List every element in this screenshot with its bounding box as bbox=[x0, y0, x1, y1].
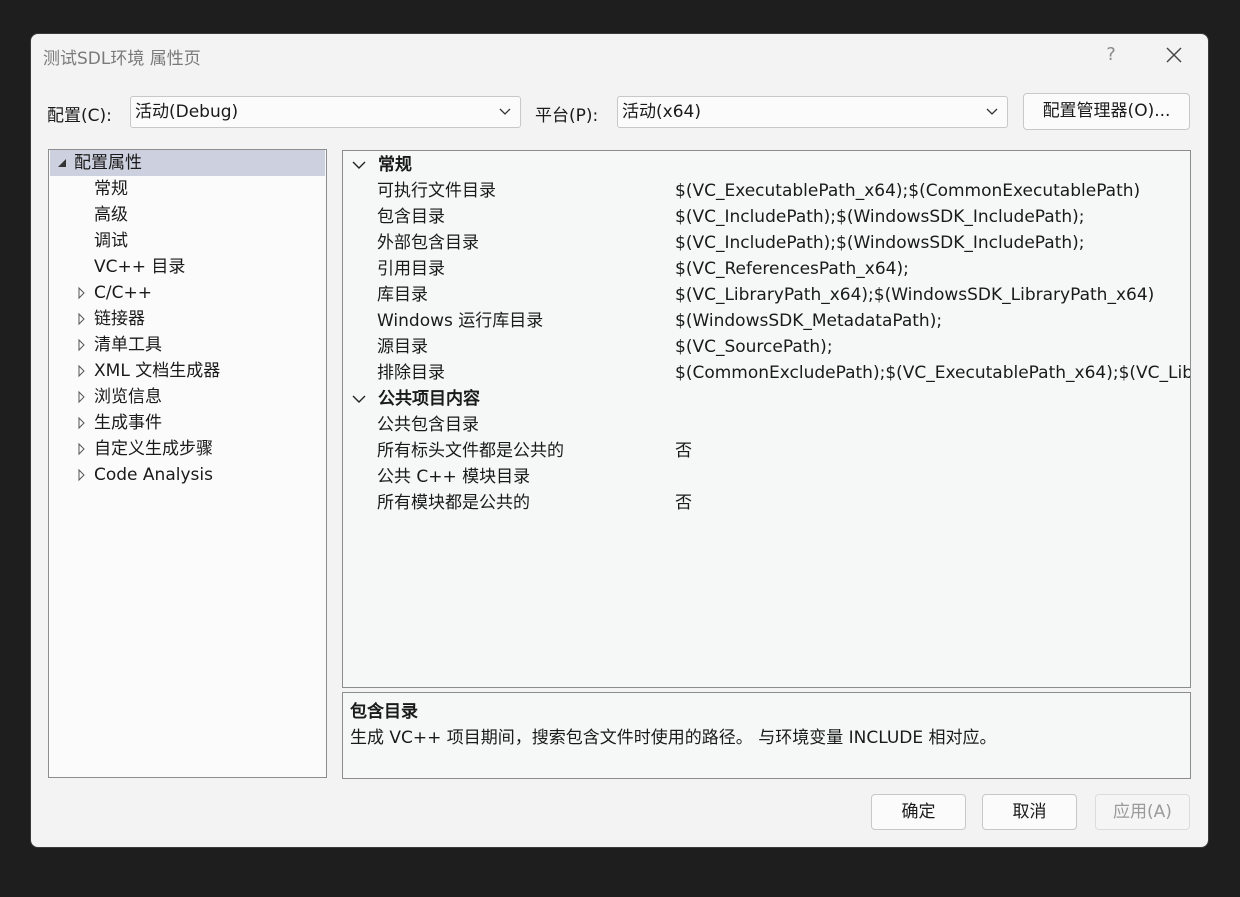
property-value[interactable]: $(VC_LibraryPath_x64);$(WindowsSDK_Libra… bbox=[675, 282, 1154, 308]
property-name: 可执行文件目录 bbox=[377, 181, 496, 201]
chevron-down-icon bbox=[986, 108, 998, 115]
tree-item-label: VC++ 目录 bbox=[94, 257, 186, 277]
property-name: 外部包含目录 bbox=[377, 233, 479, 253]
tree-item-label: 配置属性 bbox=[74, 153, 142, 173]
property-value[interactable]: 否 bbox=[675, 490, 692, 516]
tree-item[interactable]: 链接器 bbox=[50, 306, 325, 332]
grid-property-row[interactable]: 外部包含目录 $(VC_IncludePath);$(WindowsSDK_Inc… bbox=[343, 230, 1190, 256]
tree-item[interactable]: VC++ 目录 bbox=[50, 254, 325, 280]
tree-item-label: 自定义生成步骤 bbox=[94, 439, 213, 459]
config-value: 活动(Debug) bbox=[135, 102, 239, 122]
property-pages-dialog: 测试SDL环境 属性页 ? 配置(C): 活动(Debug) 平台(P): 活动… bbox=[30, 33, 1209, 848]
category-tree: 配置属性 常规高级调试 VC++ 目录 C/C++ 链接器清单工具 XML 文档生成器浏… bbox=[48, 149, 327, 778]
config-label: 配置(C): bbox=[47, 106, 112, 126]
tree-item[interactable]: 浏览信息 bbox=[50, 384, 325, 410]
property-value[interactable]: $(VC_ExecutablePath_x64);$(CommonExecuta… bbox=[675, 178, 1140, 204]
tree-item-label: XML 文档生成器 bbox=[94, 361, 221, 381]
grid-property-row[interactable]: 引用目录 $(VC_ReferencesPath_x64); bbox=[343, 256, 1190, 282]
chevron-down-icon bbox=[499, 108, 511, 115]
config-manager-button[interactable]: 配置管理器(O)... bbox=[1023, 93, 1190, 130]
collapsed-triangle-icon[interactable] bbox=[76, 410, 88, 436]
property-value[interactable]: $(VC_ReferencesPath_x64); bbox=[675, 256, 909, 282]
grid-property-row[interactable]: 所有标头文件都是公共的 否 bbox=[343, 438, 1190, 464]
property-value[interactable]: $(VC_SourcePath); bbox=[675, 334, 833, 360]
config-combo[interactable]: 活动(Debug) bbox=[130, 96, 521, 128]
tree-item[interactable]: 清单工具 bbox=[50, 332, 325, 358]
grid-property-row[interactable]: 公共包含目录 bbox=[343, 412, 1190, 438]
collapsed-triangle-icon[interactable] bbox=[76, 462, 88, 488]
collapsed-triangle-icon[interactable] bbox=[76, 306, 88, 332]
collapsed-triangle-icon[interactable] bbox=[76, 384, 88, 410]
ok-button[interactable]: 确定 bbox=[871, 794, 966, 830]
expanded-triangle-icon[interactable] bbox=[56, 150, 68, 176]
property-name: 包含目录 bbox=[377, 207, 445, 227]
property-value[interactable]: $(CommonExcludePath);$(VC_ExecutablePath… bbox=[675, 360, 1190, 386]
property-name: Windows 运行库目录 bbox=[377, 311, 544, 331]
tree-item[interactable]: 自定义生成步骤 bbox=[50, 436, 325, 462]
tree-item-label: 生成事件 bbox=[94, 413, 162, 433]
grid-property-row[interactable]: 公共 C++ 模块目录 bbox=[343, 464, 1190, 490]
tree-item[interactable]: 常规 bbox=[50, 176, 325, 202]
grid-section-header[interactable]: 公共项目内容 bbox=[343, 386, 1190, 412]
property-name: 所有标头文件都是公共的 bbox=[377, 441, 564, 461]
chevron-down-icon[interactable] bbox=[351, 152, 367, 178]
close-button[interactable] bbox=[1159, 40, 1189, 70]
grid-property-row[interactable]: 源目录 $(VC_SourcePath); bbox=[343, 334, 1190, 360]
platform-combo[interactable]: 活动(x64) bbox=[617, 96, 1008, 128]
property-name: 公共包含目录 bbox=[377, 415, 479, 435]
description-panel: 包含目录 生成 VC++ 项目期间，搜索包含文件时使用的路径。 与环境变量 IN… bbox=[342, 692, 1191, 779]
property-value[interactable]: $(VC_IncludePath);$(WindowsSDK_IncludePa… bbox=[675, 204, 1085, 230]
platform-value: 活动(x64) bbox=[622, 102, 701, 122]
property-name: 所有模块都是公共的 bbox=[377, 493, 530, 513]
apply-button[interactable]: 应用(A) bbox=[1095, 794, 1190, 830]
tree-item[interactable]: 生成事件 bbox=[50, 410, 325, 436]
tree-item[interactable]: C/C++ bbox=[50, 280, 325, 306]
property-name: 源目录 bbox=[377, 337, 428, 357]
collapsed-triangle-icon[interactable] bbox=[76, 436, 88, 462]
grid-property-row[interactable]: 库目录 $(VC_LibraryPath_x64);$(WindowsSDK_Li… bbox=[343, 282, 1190, 308]
collapsed-triangle-icon[interactable] bbox=[76, 280, 88, 306]
grid-property-row[interactable]: 包含目录 $(VC_IncludePath);$(WindowsSDK_Inclu… bbox=[343, 204, 1190, 230]
chevron-down-icon[interactable] bbox=[351, 386, 367, 412]
grid-property-row[interactable]: Windows 运行库目录 $(WindowsSDK_MetadataPath); bbox=[343, 308, 1190, 334]
property-value[interactable]: 否 bbox=[675, 438, 692, 464]
property-name: 库目录 bbox=[377, 285, 428, 305]
grid-property-row[interactable]: 可执行文件目录 $(VC_ExecutablePath_x64);$(Common… bbox=[343, 178, 1190, 204]
tree-item-label: 常规 bbox=[94, 179, 128, 199]
grid-section-header[interactable]: 常规 bbox=[343, 152, 1190, 178]
tree-item[interactable]: 高级 bbox=[50, 202, 325, 228]
property-name: 引用目录 bbox=[377, 259, 445, 279]
tree-item-label: 清单工具 bbox=[94, 335, 162, 355]
grid-section-label: 常规 bbox=[378, 155, 412, 175]
property-value[interactable]: $(WindowsSDK_MetadataPath); bbox=[675, 308, 942, 334]
description-text: 生成 VC++ 项目期间，搜索包含文件时使用的路径。 与环境变量 INCLUDE… bbox=[350, 728, 997, 748]
tree-item[interactable]: Code Analysis bbox=[50, 462, 325, 488]
help-button[interactable]: ? bbox=[1096, 42, 1126, 68]
close-icon bbox=[1166, 47, 1182, 63]
tree-item-label: 链接器 bbox=[94, 309, 145, 329]
tree-item-config-properties[interactable]: 配置属性 bbox=[50, 150, 325, 176]
property-name: 公共 C++ 模块目录 bbox=[377, 467, 531, 487]
tree-item-label: C/C++ bbox=[94, 283, 152, 303]
property-value[interactable]: $(VC_IncludePath);$(WindowsSDK_IncludePa… bbox=[675, 230, 1085, 256]
collapsed-triangle-icon[interactable] bbox=[76, 332, 88, 358]
grid-property-row[interactable]: 排除目录 $(CommonExcludePath);$(VC_Executable… bbox=[343, 360, 1190, 386]
property-name: 排除目录 bbox=[377, 363, 445, 383]
tree-item-label: 浏览信息 bbox=[94, 387, 162, 407]
dialog-title: 测试SDL环境 属性页 bbox=[43, 49, 201, 69]
tree-item[interactable]: XML 文档生成器 bbox=[50, 358, 325, 384]
grid-property-row[interactable]: 所有模块都是公共的 否 bbox=[343, 490, 1190, 516]
tree-item-label: 调试 bbox=[94, 231, 128, 251]
platform-label: 平台(P): bbox=[535, 106, 599, 126]
tree-item-label: 高级 bbox=[94, 205, 128, 225]
collapsed-triangle-icon[interactable] bbox=[76, 358, 88, 384]
description-title: 包含目录 bbox=[350, 702, 418, 722]
property-grid: 常规可执行文件目录 $(VC_ExecutablePath_x64);$(Comm… bbox=[342, 150, 1191, 688]
tree-item-label: Code Analysis bbox=[94, 465, 213, 485]
cancel-button[interactable]: 取消 bbox=[982, 794, 1077, 830]
tree-item[interactable]: 调试 bbox=[50, 228, 325, 254]
grid-section-label: 公共项目内容 bbox=[378, 389, 480, 409]
